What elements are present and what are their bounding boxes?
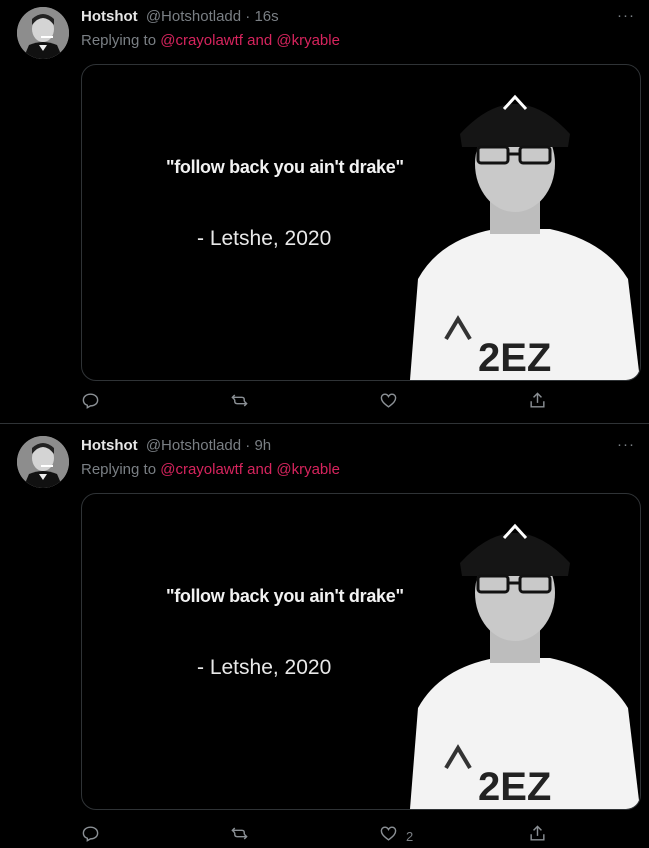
avatar[interactable] bbox=[17, 7, 69, 59]
share-button[interactable] bbox=[528, 391, 547, 415]
retweet-icon bbox=[230, 824, 249, 848]
share-button[interactable] bbox=[528, 824, 547, 848]
retweet-icon bbox=[230, 391, 249, 415]
share-icon bbox=[528, 391, 547, 415]
share-icon bbox=[528, 824, 547, 848]
display-name[interactable]: Hotshot bbox=[81, 437, 138, 454]
mention-link[interactable]: @crayolawtf bbox=[160, 461, 243, 478]
shirt-text: 2EZ bbox=[478, 765, 551, 809]
mention-conjunction: and bbox=[247, 461, 273, 478]
tweet[interactable]: Hotshot @Hotshotladd · 16s ··· Replying … bbox=[0, 0, 649, 423]
retweet-button[interactable] bbox=[230, 824, 257, 848]
media-attribution: - Letshe, 2020 bbox=[197, 656, 332, 679]
like-button[interactable]: 2 bbox=[379, 824, 413, 848]
tweet-header: Hotshot @Hotshotladd · 9h bbox=[81, 436, 271, 455]
user-handle[interactable]: @Hotshotladd bbox=[146, 437, 241, 454]
user-handle[interactable]: @Hotshotladd bbox=[146, 8, 241, 25]
tweet-header: Hotshot @Hotshotladd · 16s bbox=[81, 7, 279, 26]
tweet[interactable]: Hotshot @Hotshotladd · 9h ··· Replying t… bbox=[0, 429, 649, 844]
mention-conjunction: and bbox=[247, 32, 273, 49]
avatar[interactable] bbox=[17, 436, 69, 488]
like-button[interactable] bbox=[379, 391, 406, 415]
replying-to: Replying to @crayolawtf and @kryable bbox=[81, 460, 340, 479]
replying-to: Replying to @crayolawtf and @kryable bbox=[81, 31, 340, 50]
reply-button[interactable] bbox=[81, 824, 108, 848]
media-photo: 2EZ bbox=[410, 94, 640, 380]
mention-link[interactable]: @crayolawtf bbox=[160, 32, 243, 49]
replying-label: Replying to bbox=[81, 461, 157, 478]
media-attribution: - Letshe, 2020 bbox=[197, 227, 332, 250]
reply-icon bbox=[81, 824, 100, 848]
tweet-actions: 2 bbox=[81, 824, 639, 848]
retweet-button[interactable] bbox=[230, 391, 257, 415]
mention-link[interactable]: @kryable bbox=[276, 32, 340, 49]
tweet-actions bbox=[81, 391, 639, 415]
mention-link[interactable]: @kryable bbox=[276, 461, 340, 478]
tweet-media[interactable]: "follow back you ain't drake" - Letshe, … bbox=[81, 64, 641, 381]
display-name[interactable]: Hotshot bbox=[81, 8, 138, 25]
tweet-media[interactable]: "follow back you ain't drake" - Letshe, … bbox=[81, 493, 641, 810]
more-icon[interactable]: ··· bbox=[617, 436, 635, 453]
separator: · bbox=[245, 437, 251, 454]
media-photo: 2EZ bbox=[410, 523, 640, 809]
timestamp[interactable]: 9h bbox=[254, 437, 271, 454]
more-icon[interactable]: ··· bbox=[617, 7, 635, 24]
media-quote: "follow back you ain't drake" bbox=[166, 157, 404, 177]
timestamp[interactable]: 16s bbox=[254, 8, 278, 25]
separator: · bbox=[245, 8, 251, 25]
like-count: 2 bbox=[406, 828, 414, 844]
reply-icon bbox=[81, 391, 100, 415]
media-quote: "follow back you ain't drake" bbox=[166, 586, 404, 606]
like-icon bbox=[379, 824, 398, 848]
shirt-text: 2EZ bbox=[478, 336, 551, 380]
like-icon bbox=[379, 391, 398, 415]
tweet-divider bbox=[0, 423, 649, 424]
replying-label: Replying to bbox=[81, 32, 157, 49]
reply-button[interactable] bbox=[81, 391, 108, 415]
